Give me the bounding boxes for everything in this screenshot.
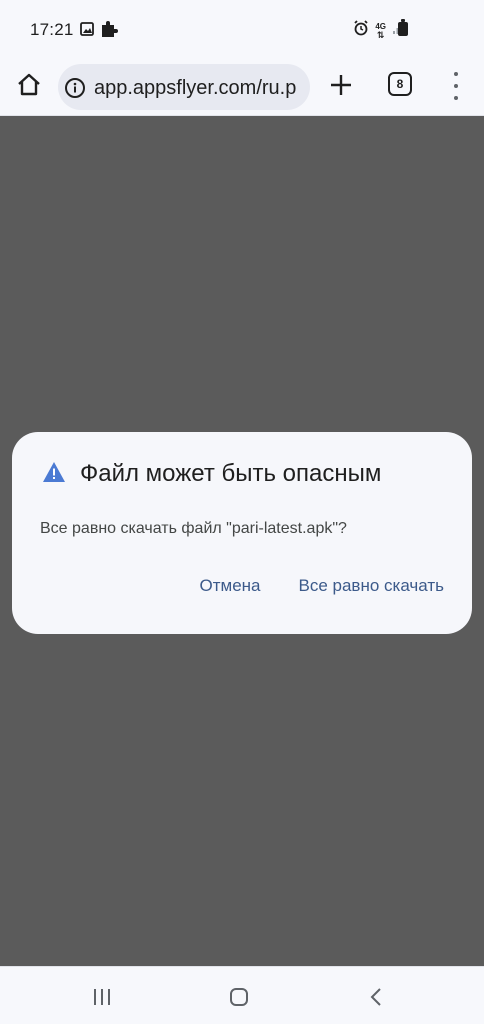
status-time: 17:21 [30,20,74,39]
more-vert-icon [454,72,458,76]
home-icon [18,73,40,96]
image-icon [80,22,94,41]
recents-icon[interactable] [94,989,110,1005]
new-tab-button[interactable] [328,72,354,98]
nav-home-icon[interactable] [230,988,248,1006]
plus-icon [331,75,351,95]
tab-switcher-button[interactable]: 8 [388,72,412,96]
warning-icon [42,461,66,488]
address-bar[interactable]: app.appsflyer.com/ru.p [58,64,310,110]
info-icon[interactable] [64,77,86,104]
download-anyway-button[interactable]: Все равно скачать [299,576,445,596]
url-text[interactable]: app.appsflyer.com/ru.p [94,77,296,100]
download-warning-dialog: Файл может быть опасным Все равно скачат… [12,432,472,634]
system-nav-bar [0,966,484,1024]
cancel-button[interactable]: Отмена [200,576,261,596]
back-icon[interactable] [368,987,384,1012]
dialog-message: Все равно скачать файл "pari-latest.apk"… [40,520,347,537]
4g-icon: 4G ⇅ [375,21,386,40]
more-menu-button[interactable] [446,72,466,100]
status-bar: 17:21 4G ⇅ [0,0,484,58]
browser-toolbar: app.appsflyer.com/ru.p 8 [0,58,484,116]
battery-icon [398,19,408,36]
dialog-title: Файл может быть опасным [80,460,382,487]
puzzle-icon [100,20,118,43]
home-button[interactable] [14,70,44,100]
alarm-icon [353,20,369,41]
